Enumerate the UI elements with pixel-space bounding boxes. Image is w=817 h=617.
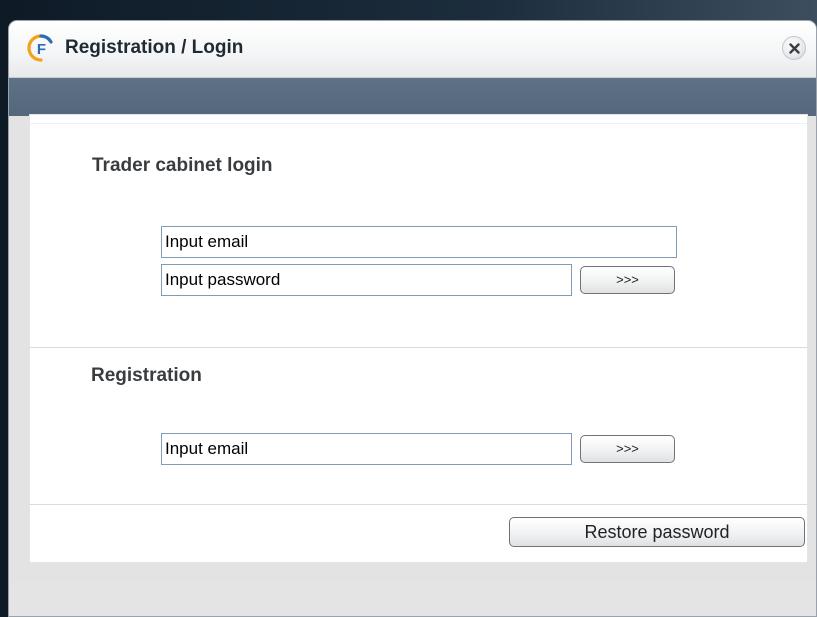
dialog-title: Registration / Login bbox=[65, 37, 244, 58]
registration-submit-button[interactable]: >>> bbox=[580, 435, 675, 463]
registration-heading: Registration bbox=[91, 365, 202, 386]
dialog-footer bbox=[9, 581, 816, 616]
close-button[interactable] bbox=[782, 36, 806, 60]
registration-login-dialog: F Registration / Login Trader cabinet lo… bbox=[8, 20, 817, 617]
form-panel: Trader cabinet login >>> Registration >>… bbox=[29, 114, 808, 563]
login-submit-button[interactable]: >>> bbox=[580, 266, 675, 294]
dialog-header-bar bbox=[9, 78, 816, 116]
section-divider bbox=[30, 504, 807, 505]
dialog-titlebar[interactable]: F Registration / Login bbox=[9, 21, 816, 78]
app-logo-icon: F bbox=[27, 34, 53, 62]
login-password-input[interactable] bbox=[161, 264, 572, 296]
login-heading: Trader cabinet login bbox=[92, 155, 273, 176]
panel-top-line bbox=[30, 123, 807, 124]
login-email-input[interactable] bbox=[161, 226, 677, 258]
restore-password-button[interactable]: Restore password bbox=[509, 517, 805, 547]
logo-letter: F bbox=[37, 41, 46, 58]
close-icon bbox=[789, 43, 800, 54]
section-divider bbox=[30, 347, 807, 348]
registration-email-input[interactable] bbox=[161, 433, 572, 465]
